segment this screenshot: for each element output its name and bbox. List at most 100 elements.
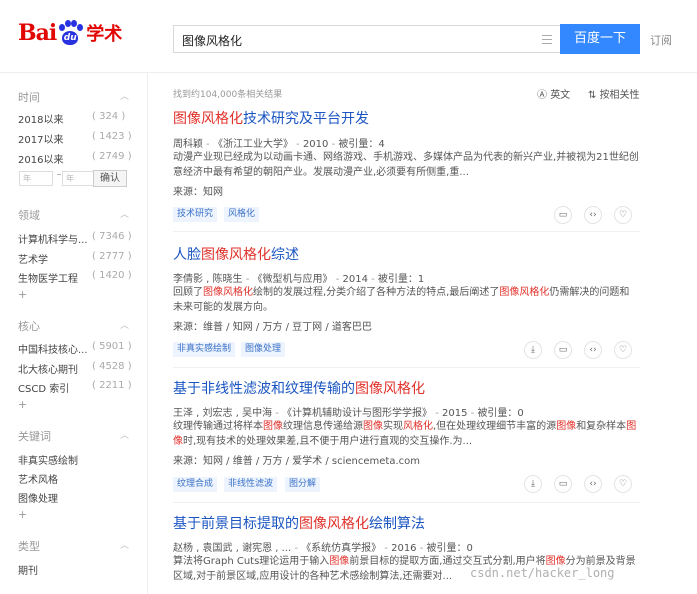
filter-item-journal[interactable]: 期刊 [18, 562, 38, 577]
result-title[interactable]: 基于非线性滤波和纹理传输的图像风格化 [173, 378, 425, 398]
title-text: 人脸 [173, 247, 201, 263]
result-from: 来源：知网 / 维普 / 万方 / 爱学术 / sciencemeta.com [173, 456, 421, 467]
filter-item-cscd[interactable]: CSCD 索引 [18, 380, 69, 395]
filter-title-core: 核心 [18, 320, 40, 333]
result-title[interactable]: 图像风格化技术研究及平台开发 [173, 108, 369, 128]
result-divider [173, 367, 640, 368]
filter-item-keyword[interactable]: 艺术风格 [18, 471, 58, 486]
year-range-dash [57, 174, 61, 175]
heart-icon[interactable]: ♡ [614, 206, 632, 224]
english-toggle[interactable]: Ⓐ 英文 [537, 86, 570, 101]
result-title[interactable]: 人脸图像风格化综述 [173, 244, 299, 264]
filter-item-keyword[interactable]: 图像处理 [18, 490, 58, 505]
result-author[interactable]: 赵杨 , 袁国武 , 谢宪恩 , ... [173, 543, 291, 554]
save-icon[interactable]: ▭ [554, 475, 572, 493]
result-byline: 王泽 , 刘宏志 , 吴中海 - 《计算机辅助设计与图形学学报》 - 2015 … [173, 408, 524, 419]
result-abstract: 动漫产业现已经成为以动画卡通、网络游戏、手机游戏、多媒体产品为代表的新兴产业,并… [173, 152, 639, 178]
cite-icon[interactable]: ‹› [584, 475, 602, 493]
result-source[interactable]: 《计算机辅助设计与图形学学报》 [282, 408, 432, 419]
result-keyword-tag[interactable]: 图像处理 [241, 342, 286, 357]
year-from-input[interactable]: 年 [19, 171, 53, 186]
result-keyword-tag[interactable]: 纹理合成 [173, 477, 218, 492]
chevron-up-icon[interactable]: ︿ [120, 538, 129, 551]
filter-item-pku-core[interactable]: 北大核心期刊 [18, 361, 78, 376]
filter-title-keywords: 关键词 [18, 430, 51, 443]
chevron-up-icon[interactable]: ︿ [120, 318, 129, 331]
english-label: 英文 [550, 90, 571, 101]
filter-item-keyword[interactable]: 非真实感绘制 [18, 452, 78, 467]
expand-keywords-button[interactable]: + [18, 508, 27, 521]
heart-icon[interactable]: ♡ [614, 475, 632, 493]
title-text: 基于非线性滤波和纹理传输的 [173, 381, 355, 397]
result-abstract: 纹理传输通过将样本图像纹理信息传递给源图像实现风格化,但在处理纹理细节丰富的源图… [173, 421, 637, 447]
result-keyword-tag[interactable]: 风格化 [224, 207, 260, 222]
filter-item-computer-science[interactable]: 计算机科学与... [18, 231, 88, 246]
result-source[interactable]: 《微型机与应用》 [253, 274, 333, 285]
result-divider [173, 502, 640, 503]
filter-count: ( 2749 ) [92, 151, 132, 162]
result-title[interactable]: 基于前景目标提取的图像风格化绘制算法 [173, 513, 425, 533]
result-source[interactable]: 《系统仿真学报》 [301, 543, 381, 554]
filter-item-cstpcd[interactable]: 中国科技核心... [18, 341, 88, 356]
expand-core-button[interactable]: + [18, 398, 27, 411]
result-author[interactable]: 王泽 , 刘宏志 , 吴中海 [173, 408, 272, 419]
result-cited[interactable]: 被引量：1 [378, 274, 424, 285]
filter-item-2016[interactable]: 2016以来 [18, 151, 63, 166]
header: Bai du 学术 图像风格化 百度一下 订阅 [0, 0, 697, 72]
result-cited[interactable]: 被引量：0 [477, 408, 523, 419]
filter-item-2018[interactable]: 2018以来 [18, 111, 63, 126]
result-divider [173, 231, 640, 232]
download-icon[interactable]: ⤓ [524, 341, 542, 359]
title-highlight: 图像风格化 [299, 516, 369, 532]
chevron-up-icon[interactable]: ︿ [120, 89, 129, 102]
paw-icon: du [57, 20, 84, 46]
result-author[interactable]: 周科颖 [173, 139, 203, 150]
filter-count: ( 7346 ) [92, 231, 132, 242]
subscribe-link[interactable]: 订阅 [650, 32, 672, 48]
title-highlight: 图像风格化 [173, 111, 243, 127]
year-confirm-button[interactable]: 确认 [93, 170, 127, 187]
watermark: csdn.net/hacker_long [470, 566, 615, 580]
save-icon[interactable]: ▭ [554, 206, 572, 224]
download-icon[interactable]: ⤓ [524, 475, 542, 493]
result-keyword-tag[interactable]: 非线性滤波 [224, 477, 278, 492]
filter-item-art[interactable]: 艺术学 [18, 251, 48, 266]
result-cited[interactable]: 被引量：4 [338, 139, 384, 150]
advanced-search-icon[interactable] [542, 35, 552, 47]
result-keyword-tag[interactable]: 技术研究 [173, 207, 218, 222]
result-keyword-tag[interactable]: 非真实感绘制 [173, 342, 236, 357]
baidu-xueshu-logo[interactable]: Bai du 学术 [18, 18, 122, 48]
heart-icon[interactable]: ♡ [614, 341, 632, 359]
title-text: 基于前景目标提取的 [173, 516, 299, 532]
cite-icon[interactable]: ‹› [584, 341, 602, 359]
result-year: 2016 [391, 543, 417, 554]
result-cited[interactable]: 被引量：0 [427, 543, 473, 554]
result-source[interactable]: 《浙江工业大学》 [213, 139, 293, 150]
result-keyword-tag[interactable]: 图分解 [285, 477, 321, 492]
chevron-up-icon[interactable]: ︿ [120, 207, 129, 220]
cite-icon[interactable]: ‹› [584, 206, 602, 224]
sort-label: 按相关性 [599, 90, 640, 101]
result-byline: 赵杨 , 袁国武 , 谢宪恩 , ... - 《系统仿真学报》 - 2016 -… [173, 543, 473, 554]
filter-item-2017[interactable]: 2017以来 [18, 131, 63, 146]
filter-title-field: 领域 [18, 209, 40, 222]
logo-text-du: du [63, 33, 77, 43]
sort-dropdown[interactable]: ⇅ 按相关性 [588, 86, 640, 101]
search-input[interactable]: 图像风格化 [173, 25, 560, 53]
title-text: 综述 [271, 247, 299, 263]
filter-count: ( 324 ) [92, 111, 126, 122]
result-year: 2010 [302, 139, 329, 150]
expand-field-button[interactable]: + [18, 288, 27, 301]
chevron-up-icon[interactable]: ︿ [120, 428, 129, 441]
filter-title-time: 时间 [18, 91, 40, 104]
result-author[interactable]: 李倩影 , 陈晓生 [173, 274, 243, 285]
filter-count: ( 2211 ) [92, 380, 132, 391]
save-icon[interactable]: ▭ [554, 341, 572, 359]
year-to-input[interactable]: 年 [62, 171, 96, 186]
result-byline: 李倩影 , 陈晓生 - 《微型机与应用》 - 2014 - 被引量：1 [173, 274, 425, 285]
search-button[interactable]: 百度一下 [560, 24, 640, 54]
filter-item-biomedical[interactable]: 生物医学工程 [18, 270, 78, 285]
result-year: 2014 [342, 274, 368, 285]
result-abstract: 回顾了图像风格化绘制的发展过程,分类介绍了各种方法的特点,最后阐述了图像风格化仍… [173, 287, 630, 313]
logo-text-bai: Bai [18, 20, 57, 46]
